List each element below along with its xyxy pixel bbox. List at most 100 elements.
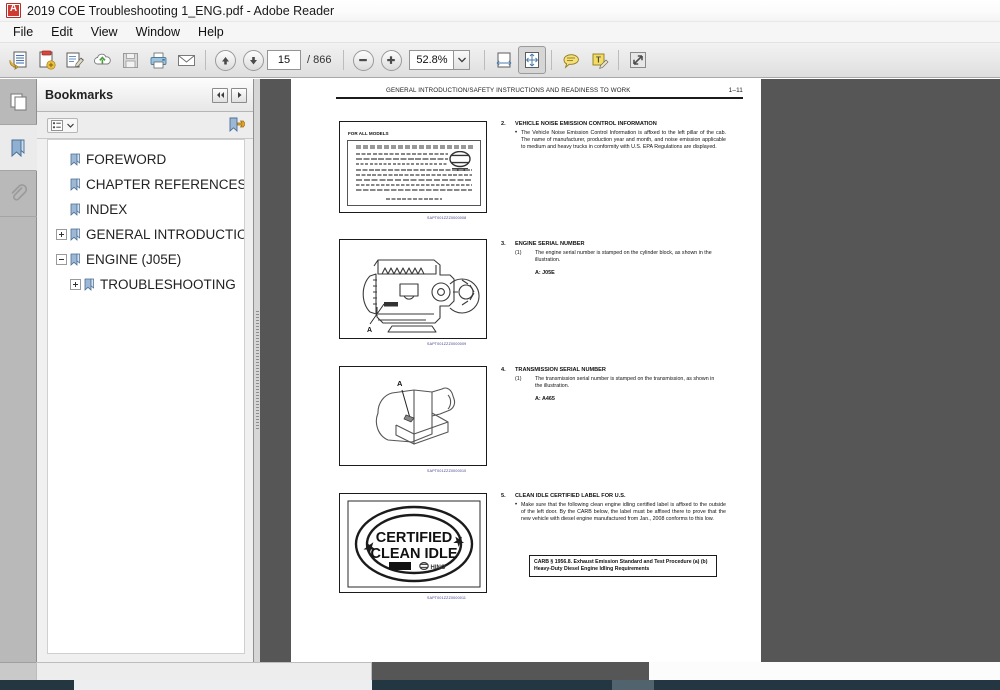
taskbar-highlight-region[interactable] (612, 680, 654, 690)
section-sub-number: (1) (515, 376, 522, 382)
collapse-panel-button[interactable] (212, 87, 228, 103)
bookmark-label: FOREWORD (86, 152, 167, 167)
section-number: 4. (501, 367, 506, 373)
page-total-label: / 866 (307, 54, 332, 66)
document-viewport[interactable]: GENERAL INTRODUCTION/SAFETY INSTRUCTIONS… (260, 79, 1000, 662)
bookmark-icon (70, 203, 81, 216)
bookmarks-tree[interactable]: FOREWORD CHAPTER REFERENCES INDEX GENERA… (47, 139, 245, 654)
highlight-current-bookmark-button[interactable] (228, 117, 245, 133)
create-pdf-icon[interactable] (32, 46, 60, 74)
taskbar-tray-region[interactable] (654, 680, 1000, 690)
bottom-viewport-filler (372, 662, 649, 680)
print-icon[interactable] (144, 46, 172, 74)
figure-code: SAPT001ZZZ0000011 (427, 596, 467, 600)
bookmarks-panel: Bookmarks FOREWORD CHAPTER REFERENCES IN… (37, 79, 254, 662)
bookmark-index[interactable]: INDEX (48, 197, 244, 222)
bookmark-options-button[interactable] (47, 117, 78, 133)
carb-regulation-note: CARB § 1956.8. Exhaust Emission Standard… (529, 555, 717, 577)
navigation-rail (0, 79, 37, 662)
os-taskbar[interactable] (0, 680, 1000, 690)
save-icon[interactable] (116, 46, 144, 74)
fit-page-icon[interactable] (518, 46, 547, 74)
zoom-in-button[interactable] (377, 46, 405, 74)
menu-help[interactable]: Help (189, 23, 233, 41)
chevron-down-icon (67, 123, 74, 128)
figure-transmission-serial-number: A (339, 366, 487, 466)
bookmark-foreword[interactable]: FOREWORD (48, 147, 244, 172)
taskbar-start-region[interactable] (0, 680, 74, 690)
menu-view[interactable]: View (82, 23, 127, 41)
zoom-level-input[interactable]: 52.8% (409, 50, 454, 70)
email-icon[interactable] (172, 46, 200, 74)
svg-text:T: T (596, 55, 601, 64)
header-rule (336, 97, 743, 99)
zoom-out-button[interactable] (349, 46, 377, 74)
section-title: VEHICLE NOISE EMISSION CONTROL INFORMATI… (515, 121, 657, 127)
menu-edit[interactable]: Edit (42, 23, 82, 41)
bottom-rail-filler (0, 662, 37, 680)
taskbar-items-region[interactable] (372, 680, 612, 690)
menu-window[interactable]: Window (127, 23, 189, 41)
taskbar-active-window[interactable] (74, 680, 372, 690)
section-body-text: The engine serial number is stamped on t… (535, 250, 712, 264)
comment-icon[interactable] (557, 46, 585, 74)
bookmarks-toolbar (37, 112, 253, 139)
bullet-icon: • (515, 130, 518, 136)
bullet-icon: • (515, 502, 518, 508)
section-value: A: A465 (535, 396, 555, 402)
menu-file[interactable]: File (4, 23, 42, 41)
text-markup-icon[interactable]: T (585, 46, 613, 74)
title-bar: 2019 COE Troubleshooting 1_ENG.pdf - Ado… (0, 0, 1000, 22)
fullscreen-icon[interactable] (624, 46, 652, 74)
edit-pdf-icon[interactable] (60, 46, 88, 74)
page-number-input[interactable]: 15 (267, 50, 301, 70)
chevron-down-icon[interactable] (453, 50, 471, 70)
clean-idle-line-2: CLEAN IDLE (371, 546, 458, 562)
bookmark-chapter-references[interactable]: CHAPTER REFERENCES (48, 172, 244, 197)
toolbar-separator-5 (618, 50, 620, 70)
clean-idle-line-1: CERTIFIED (376, 530, 453, 546)
next-page-button[interactable] (239, 46, 267, 74)
bottom-bar (0, 662, 1000, 680)
main-area: Bookmarks FOREWORD CHAPTER REFERENCES IN… (0, 79, 1000, 662)
svg-text:A: A (367, 327, 372, 334)
previous-page-button[interactable] (211, 46, 239, 74)
section-body-text: The Vehicle Noise Emission Control Infor… (521, 130, 726, 151)
bottom-right-filler (649, 662, 1000, 680)
page-header-number: 1–11 (728, 87, 743, 94)
bookmark-label: INDEX (86, 202, 128, 217)
expand-toggle-icon[interactable] (70, 279, 81, 290)
page-thumbnails-icon[interactable] (0, 79, 37, 125)
upload-cloud-icon[interactable] (88, 46, 116, 74)
bookmark-label: TROUBLESHOOTING (100, 277, 236, 292)
bookmark-label: ENGINE (J05E) (86, 252, 182, 267)
section-body: • The Vehicle Noise Emission Control Inf… (515, 130, 726, 152)
figure-label-caption: FOR ALL MODELS (348, 131, 389, 136)
bookmark-engine-j05e[interactable]: ENGINE (J05E) (48, 247, 244, 272)
bookmark-icon (70, 178, 81, 191)
fit-width-icon[interactable] (490, 46, 518, 74)
toolbar-separator (205, 50, 206, 70)
bookmark-general-introduction[interactable]: GENERAL INTRODUCTION (48, 222, 244, 247)
figure-noise-emission-label: FOR ALL MODELS (339, 121, 487, 213)
expand-panel-button[interactable] (231, 87, 247, 103)
page-header-title: GENERAL INTRODUCTION/SAFETY INSTRUCTIONS… (386, 87, 631, 94)
figure-code: SAPT001ZZZ0000009 (427, 342, 467, 346)
attachments-icon[interactable] (0, 171, 37, 217)
open-file-icon[interactable] (4, 46, 32, 74)
bookmark-label: CHAPTER REFERENCES (86, 177, 245, 192)
collapse-toggle-icon[interactable] (56, 254, 67, 265)
section-title: TRANSMISSION SERIAL NUMBER (515, 367, 606, 373)
figure-code: SAPT001ZZZ0000010 (427, 469, 467, 473)
section-number: 2. (501, 121, 506, 127)
bookmarks-icon[interactable] (0, 125, 37, 171)
expand-toggle-icon[interactable] (56, 229, 67, 240)
svg-text:HINO: HINO (431, 565, 446, 571)
bookmark-troubleshooting[interactable]: TROUBLESHOOTING (48, 272, 244, 297)
toolbar-separator-3 (484, 50, 486, 70)
svg-text:A: A (397, 379, 403, 388)
bookmark-icon (84, 278, 95, 291)
section-body-text: The transmission serial number is stampe… (535, 376, 715, 390)
section-value: A: J05E (535, 270, 555, 276)
splitter-grip-icon (255, 310, 259, 431)
